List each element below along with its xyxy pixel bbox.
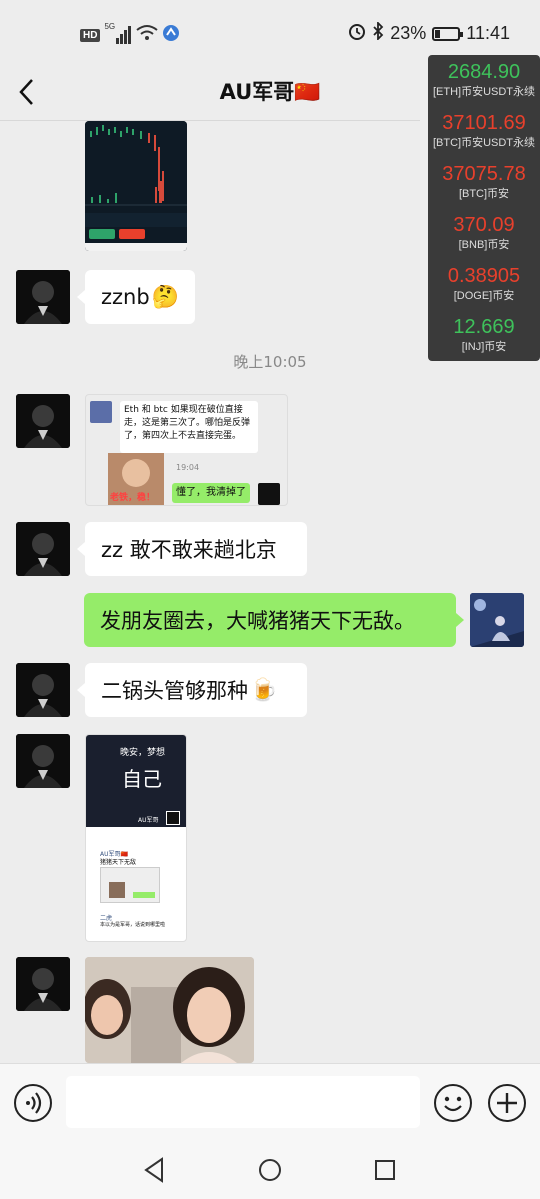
- status-right: 23% 11:41: [348, 20, 510, 45]
- ticker-label: [INJ]币安: [461, 341, 507, 353]
- avatar-contact[interactable]: [16, 270, 70, 324]
- voice-icon: [26, 1092, 42, 1114]
- reply-text: 本以为是军哥，话说到哪里啦: [100, 922, 166, 928]
- mini-time: 19:04: [176, 463, 200, 472]
- status-left: HD 5G: [80, 22, 180, 46]
- voice-button[interactable]: [14, 1084, 52, 1122]
- emoji-button[interactable]: [434, 1084, 472, 1122]
- ticker-price: 37075.78: [442, 163, 526, 185]
- alarm-icon: [348, 22, 366, 45]
- mini-avatar-self: [258, 483, 280, 505]
- poster-avatar: [166, 811, 180, 825]
- beer-emoji: 🍺: [250, 677, 278, 703]
- thinking-emoji: 🤔: [151, 284, 180, 310]
- clock: 11:41: [466, 23, 510, 43]
- mini-reply: 懂了，我清掉了: [172, 483, 250, 503]
- ticker-row: 37075.78 [BTC]币安: [428, 157, 540, 208]
- ticker-price: 0.38905: [447, 265, 521, 287]
- chart-thumbnail: [85, 121, 187, 251]
- message-bubble[interactable]: zznb 🤔: [77, 270, 195, 324]
- circle-home-icon[interactable]: [257, 1157, 283, 1183]
- message-text: 发朋友圈去，大喊猪猪天下无敌。: [100, 609, 415, 633]
- quoted-text: Eth 和 btc 如果现在破位直接走，这是第三次了。哪怕是反弹了，第四次上不去…: [124, 405, 251, 441]
- ticker-label: [BNB]币安: [458, 239, 510, 251]
- wifi-icon: [136, 24, 159, 46]
- system-nav-bar: [0, 1141, 540, 1199]
- chart-screenshot-message[interactable]: [85, 121, 187, 251]
- quoted-message: Eth 和 btc 如果现在破位直接走，这是第三次了。哪怕是反弹了，第四次上不去…: [120, 401, 258, 453]
- plus-icon: [497, 1093, 517, 1113]
- mini-reply-text: 懂了，我清掉了: [176, 487, 246, 498]
- video-thumb: 老铁，稳！: [108, 453, 164, 505]
- avatar-contact[interactable]: [16, 663, 70, 717]
- triangle-back-icon[interactable]: [142, 1157, 166, 1183]
- battery-icon: [432, 26, 464, 41]
- avatar-contact[interactable]: [16, 522, 70, 576]
- square-recent-icon[interactable]: [373, 1158, 397, 1182]
- ticker-row: 37101.69 [BTC]币安USDT永续: [428, 106, 540, 157]
- smile-icon: [444, 1096, 462, 1112]
- more-button[interactable]: [488, 1084, 526, 1122]
- message-text: zznb: [101, 285, 150, 309]
- moment-text: 猪猪天下无敌: [100, 859, 137, 866]
- moment-embedded: [100, 867, 160, 903]
- crypto-ticker-overlay: 2684.90 [ETH]币安USDT永续 37101.69 [BTC]币安USDT永…: [428, 55, 540, 361]
- battery-fill: [435, 29, 441, 38]
- message-text: 二锅头管够那种: [101, 679, 248, 703]
- ticker-price: 12.669: [453, 316, 515, 338]
- signal-icon: 5G: [104, 22, 132, 44]
- ticker-price: 2684.90: [447, 61, 521, 83]
- ticker-row: 370.09 [BNB]币安: [428, 208, 540, 259]
- ticker-row: 0.38905 [DOGE]币安: [428, 259, 540, 310]
- avatar-contact[interactable]: [16, 734, 70, 788]
- message-bubble[interactable]: 二锅头管够那种 🍺: [77, 663, 307, 717]
- header-divider: [0, 120, 420, 121]
- poster-line2: 自己: [122, 767, 162, 791]
- photo-thumbnail: [85, 957, 254, 1063]
- ticker-label: [ETH]币安USDT永续: [432, 86, 536, 98]
- mini-avatar: [90, 401, 112, 423]
- poster-name: AU军哥: [138, 817, 159, 824]
- ticker-label: [DOGE]币安: [453, 290, 515, 302]
- photo-message[interactable]: [85, 957, 254, 1063]
- bluetooth-icon: [372, 20, 384, 45]
- message-input[interactable]: [66, 1076, 420, 1128]
- app-notification-icon: [162, 24, 180, 46]
- ticker-label: [BTC]币安USDT永续: [432, 137, 536, 149]
- message-bubble[interactable]: zz 敢不敢来趟北京: [77, 522, 307, 576]
- video-caption: 老铁，稳！: [110, 493, 156, 503]
- battery-percent: 23%: [390, 23, 427, 43]
- message-bubble-self[interactable]: 发朋友圈去，大喊猪猪天下无敌。: [84, 593, 464, 647]
- ticker-price: 370.09: [453, 214, 515, 236]
- ticker-row: 2684.90 [ETH]币安USDT永续: [428, 55, 540, 106]
- chat-screenshot-message[interactable]: Eth 和 btc 如果现在破位直接走，这是第三次了。哪怕是反弹了，第四次上不去…: [85, 394, 288, 506]
- chat-input-bar: [0, 1063, 540, 1141]
- ticker-row: 12.669 [INJ]币安: [428, 310, 540, 361]
- moments-screenshot-message[interactable]: 晚安，梦想 自己 AU军哥 AU军哥🇨🇳 猪猪天下无敌 二虎 本以为是军哥，话说…: [85, 734, 187, 942]
- avatar-contact[interactable]: [16, 394, 70, 448]
- poster-line1: 晚安，梦想: [120, 748, 166, 758]
- ticker-label: [BTC]币安: [458, 188, 510, 200]
- message-text: zz 敢不敢来趟北京: [101, 538, 277, 562]
- avatar-self[interactable]: [470, 593, 524, 647]
- hd-badge: HD: [80, 28, 101, 42]
- avatar-contact[interactable]: [16, 957, 70, 1011]
- ticker-price: 37101.69: [442, 112, 526, 134]
